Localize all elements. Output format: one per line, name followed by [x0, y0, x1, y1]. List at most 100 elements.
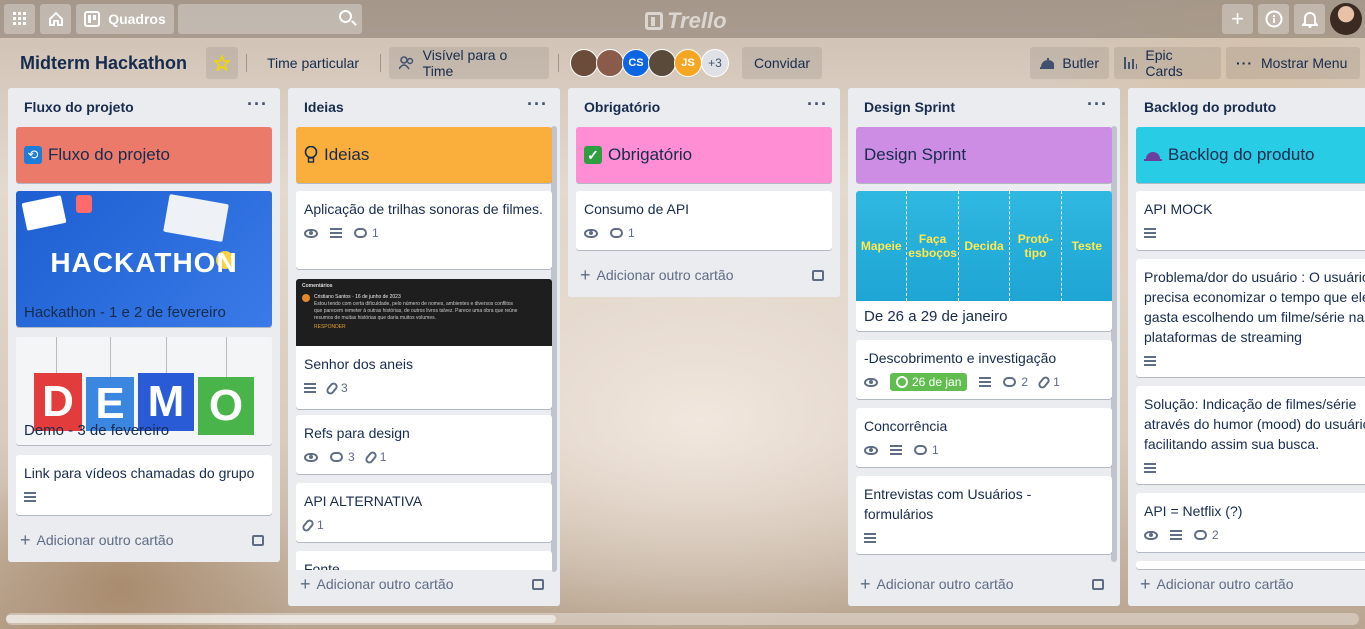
watch-icon	[304, 228, 318, 238]
card[interactable]: Refs para design 3 1	[296, 415, 552, 474]
boards-button[interactable]: Quadros	[76, 4, 174, 34]
epic-cards-label: Epic Cards	[1145, 47, 1183, 79]
board-scrollbar-thumb[interactable]	[6, 615, 556, 623]
description-icon	[864, 533, 876, 543]
card-demo[interactable]: D E M O Demo - 3 de fevereiro	[16, 337, 272, 445]
list-title[interactable]: Design Sprint ···	[848, 88, 1120, 126]
card-title: Concorrência	[864, 418, 948, 434]
card-hackathon[interactable]: HACKATHON Hackathon - 1 e 2 de fevereiro	[16, 191, 272, 327]
board-scrollbar-track[interactable]	[6, 613, 1359, 625]
chart-icon	[1124, 57, 1138, 69]
description-icon	[304, 383, 316, 393]
add-card-button[interactable]: + Adicionar outro cartão	[296, 570, 552, 598]
card-title: Hackathon - 1 e 2 de fevereiro	[24, 304, 226, 321]
attachment-icon	[300, 517, 316, 533]
butler-bell-icon	[1040, 58, 1055, 69]
comment-icon	[1003, 377, 1017, 387]
member-avatar[interactable]	[648, 49, 676, 77]
description-icon	[330, 228, 342, 238]
team-button[interactable]: Time particular	[257, 47, 369, 79]
member-avatar[interactable]: JS	[674, 49, 702, 77]
visibility-button[interactable]: Visível para o Time	[389, 47, 549, 79]
lightbulb-icon	[304, 146, 318, 163]
card[interactable]: Entrevistas com Usuários - formulários	[856, 476, 1112, 554]
header-card[interactable]: Ideias	[296, 127, 552, 183]
top-bar: Quadros Trello +	[0, 0, 1365, 38]
card-template-icon[interactable]	[1092, 578, 1104, 590]
bell-icon[interactable]	[1294, 4, 1325, 34]
add-card-button[interactable]: + Adicionar outro cartão	[1136, 570, 1357, 598]
card[interactable]: Aplicação de trilhas sonoras de filmes. …	[296, 191, 552, 269]
butler-button[interactable]: Butler	[1030, 47, 1109, 79]
list-menu-icon[interactable]: ···	[807, 94, 828, 115]
card-template-icon[interactable]	[252, 534, 264, 546]
description-icon	[890, 445, 902, 455]
trello-logo[interactable]: Trello	[645, 8, 727, 34]
add-card-button[interactable]: + Adicionar outro cartão	[16, 526, 272, 554]
add-card-button[interactable]: + Adicionar outro cartão	[576, 261, 832, 289]
invite-button[interactable]: Convidar	[742, 47, 822, 79]
header-card[interactable]: Design Sprint	[856, 127, 1112, 183]
card[interactable]: API = Netflix (?) 2	[1136, 493, 1365, 552]
epic-cards-button[interactable]: Epic Cards	[1114, 47, 1221, 79]
card-title: Consumo de API	[584, 201, 690, 217]
description-icon	[979, 377, 992, 387]
member-avatar[interactable]: CS	[622, 49, 650, 77]
card[interactable]: Link para vídeos chamadas do grupo	[16, 455, 272, 515]
due-date-badge[interactable]: 26 de jan	[890, 373, 968, 391]
header-card[interactable]: ✓ Obrigatório	[576, 127, 832, 183]
list-menu-icon[interactable]: ···	[247, 94, 268, 115]
card-title: Entrevistas com Usuários - formulários	[864, 486, 1032, 522]
member-avatar[interactable]	[596, 49, 624, 77]
card[interactable]: -Descobrimento e investigação 26 de jan …	[856, 340, 1112, 399]
board-header: Midterm Hackathon Time particular Visíve…	[0, 38, 1365, 88]
comment-screenshot-image: Comentários Cristiano Santos · 16 de jun…	[296, 279, 552, 346]
show-menu-button[interactable]: ··· Mostrar Menu	[1226, 47, 1360, 79]
card-template-icon[interactable]	[812, 269, 824, 281]
attachment-icon	[324, 380, 340, 396]
add-card-button[interactable]: + Adicionar outro cartão	[856, 570, 1112, 598]
comment-icon	[914, 445, 927, 455]
card[interactable]: Solução: Indicação de filmes/série atrav…	[1136, 386, 1365, 484]
apps-grid-icon[interactable]	[4, 4, 35, 34]
home-icon[interactable]	[40, 4, 71, 34]
card[interactable]: API ALTERNATIVA 1	[296, 483, 552, 542]
header-card[interactable]: ⟲ Fluxo do projeto	[16, 127, 272, 183]
card-title: Link para vídeos chamadas do grupo	[24, 465, 255, 481]
card[interactable]: Concorrência 1	[856, 408, 1112, 467]
team-visibility-icon	[399, 56, 414, 70]
checkmark-icon: ✓	[584, 146, 602, 164]
info-icon[interactable]	[1258, 4, 1289, 34]
card[interactable]: Problema/dor do usuário : O usuário prec…	[1136, 259, 1365, 377]
list-menu-icon[interactable]: ···	[527, 94, 548, 115]
card[interactable]: API MOCK	[1136, 191, 1365, 250]
create-plus-icon[interactable]: +	[1222, 4, 1253, 34]
star-button[interactable]	[206, 47, 238, 79]
comment-icon	[354, 228, 367, 238]
search-input[interactable]	[178, 4, 362, 34]
card-title: Senhor dos aneis	[304, 356, 413, 372]
list-menu-icon[interactable]: ···	[1087, 94, 1108, 115]
list-title[interactable]: Backlog do produto	[1128, 88, 1365, 126]
card-title: Problema/dor do usuário : O usuário prec…	[1144, 269, 1365, 345]
list-title[interactable]: Obrigatório ···	[568, 88, 840, 126]
card[interactable]: Consumo de API 1	[576, 191, 832, 250]
list: Backlog do produto Backlog do produto AP…	[1128, 88, 1365, 606]
more-members-badge[interactable]: +3	[701, 49, 729, 77]
card-template-icon[interactable]	[532, 578, 544, 590]
card[interactable]: Mapeie Faça esboços Decida Protó-tipo Te…	[856, 191, 1112, 331]
card[interactable]: Comentários Cristiano Santos · 16 de jun…	[296, 279, 552, 409]
board-title[interactable]: Midterm Hackathon	[20, 53, 187, 74]
member-avatar[interactable]	[570, 49, 598, 77]
cycle-icon: ⟲	[24, 146, 42, 164]
card[interactable]	[1136, 561, 1365, 569]
header-card[interactable]: Backlog do produto	[1136, 127, 1365, 183]
butler-bell-icon	[1144, 152, 1162, 161]
design-sprint-image: Mapeie Faça esboços Decida Protó-tipo Te…	[856, 191, 1112, 301]
list-title[interactable]: Ideias ···	[288, 88, 560, 126]
attachment-icon	[363, 449, 378, 465]
user-avatar[interactable]	[1330, 3, 1362, 35]
watch-icon	[584, 228, 598, 238]
list-title[interactable]: Fluxo do projeto ···	[8, 88, 280, 126]
description-icon	[1170, 530, 1182, 540]
